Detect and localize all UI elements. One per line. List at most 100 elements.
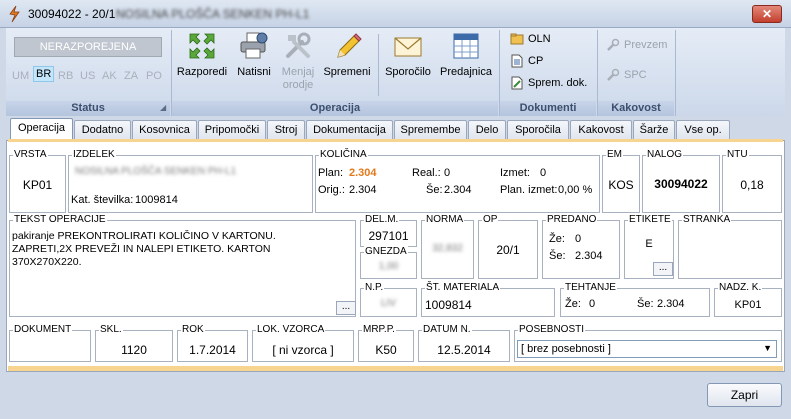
field-st-materiala: ŠT. MATERIALA 1009814 [421, 282, 555, 317]
status-code-br[interactable]: BR [33, 66, 55, 82]
chevron-down-icon[interactable]: ▼ [763, 343, 772, 353]
value-em: KOS [608, 178, 634, 192]
orig-label: Orig.: [318, 184, 345, 196]
group-label-operacija: Operacija [172, 101, 498, 116]
tab-pripomocki[interactable]: Pripomočki [198, 120, 266, 140]
status-code-um[interactable]: UM [12, 70, 29, 82]
sporocilo-label: Sporočilo [385, 66, 431, 78]
wrench-icon [607, 68, 620, 81]
predajnica-label: Predajnica [440, 66, 492, 78]
tab-stroj[interactable]: Stroj [267, 120, 305, 140]
plan-izmet-value: 0,00 % [558, 184, 593, 196]
value-rok: 1.7.2014 [189, 343, 236, 357]
tab-vse-op[interactable]: Vse op. [676, 120, 730, 140]
oln-button[interactable]: OLN [510, 30, 551, 48]
etikete-ellipsis-button[interactable]: ... [653, 262, 673, 276]
plan-value: 2.304 [349, 167, 377, 179]
izmet-value: 0 [540, 167, 547, 179]
cp-label: CP [528, 55, 544, 67]
label-op: OP [482, 214, 499, 225]
spc-button[interactable]: SPC [606, 66, 647, 84]
dialog-launcher-icon[interactable]: ◢ [160, 103, 166, 112]
plan-izmet-label: Plan. izmet: [500, 184, 558, 196]
tab-spremembe[interactable]: Spremembe [394, 120, 467, 140]
real-value: 0 [444, 167, 451, 179]
cp-button[interactable]: CP [510, 52, 543, 70]
spremeni-button[interactable]: Spremeni [322, 30, 372, 79]
menjaj-orodje-label: Menjaj orodje [281, 66, 315, 91]
status-code-po[interactable]: PO [146, 70, 162, 82]
document-edit-icon [511, 76, 523, 90]
label-ntu: NTU [726, 149, 749, 160]
label-izdelek: IZDELEK [72, 149, 116, 160]
label-predano: PREDANO [546, 214, 598, 225]
tehtanje-ze-value: 0 [589, 298, 596, 310]
arrows-icon [189, 33, 215, 59]
field-rok: ROK 1.7.2014 [177, 324, 248, 362]
tehtanje-se-value: 2.304 [657, 298, 685, 310]
tools-icon [286, 32, 311, 58]
label-lok-vzorca: LOK. VZORCA [256, 324, 326, 335]
group-label-status: Status [6, 101, 170, 116]
field-norma: NORMA 32,832 [421, 214, 474, 279]
tab-dokumentacija[interactable]: Dokumentacija [306, 120, 393, 140]
oln-label: OLN [528, 33, 551, 45]
tekst-ellipsis-button[interactable]: ... [336, 301, 356, 315]
field-tehtanje: TEHTANJE Že: 0 Še: 2.304 [560, 282, 710, 317]
prevzem-button[interactable]: Prevzem [606, 36, 667, 54]
value-nadz-k: KP01 [734, 299, 762, 311]
value-norma: 32,832 [432, 243, 463, 254]
field-vrsta: VRSTA KP01 [9, 149, 66, 213]
real-label: Real.: [412, 167, 441, 179]
field-op: OP 20/1 [478, 214, 538, 279]
value-np: LIV [380, 298, 396, 309]
value-tekst-operacije: pakiranje PREKONTROLIRATI KOLIČINO V KAR… [12, 230, 276, 268]
group-label-dokumenti: Dokumenti [500, 101, 596, 116]
field-tekst-operacije: TEKST OPERACIJE pakiranje PREKONTROLIRAT… [9, 214, 356, 317]
tab-dodatno[interactable]: Dodatno [74, 120, 131, 140]
sporocilo-button[interactable]: Sporočilo [382, 30, 434, 79]
izmet-label: Izmet: [500, 167, 530, 179]
label-skl: SKL. [99, 324, 123, 335]
label-gnezda: GNEZDA [364, 246, 408, 257]
field-datum-n: DATUM N. 12.5.2014 [418, 324, 510, 362]
field-nadz-k: NADZ. K. KP01 [714, 282, 782, 317]
tab-delo[interactable]: Delo [468, 120, 506, 140]
field-predano: PREDANO Že: 0 Še: 2.304 [542, 214, 620, 279]
posebnosti-dropdown[interactable]: [ brez posebnosti ] ▼ [517, 340, 777, 358]
label-vrsta: VRSTA [13, 149, 48, 160]
se-label: Še: [426, 184, 443, 196]
status-code-rb[interactable]: RB [58, 70, 73, 82]
status-code-us[interactable]: US [80, 70, 95, 82]
tab-sarze[interactable]: Šarže [633, 120, 675, 140]
value-etikete: E [645, 238, 653, 250]
razporedi-label: Razporedi [176, 66, 228, 78]
tab-kosovnica[interactable]: Kosovnica [132, 120, 197, 140]
value-datum-n: 12.5.2014 [437, 343, 491, 357]
value-delm: 297101 [368, 229, 409, 243]
status-code-za[interactable]: ZA [124, 70, 138, 82]
tab-accent-bar [8, 139, 783, 142]
tab-kakovost[interactable]: Kakovost [570, 120, 632, 140]
tab-sporocila[interactable]: Sporočila [507, 120, 569, 140]
spc-label: SPC [624, 69, 647, 81]
folder-icon [510, 33, 524, 45]
plan-label: Plan: [318, 167, 344, 179]
field-etikete: ETIKETE E ... [624, 214, 674, 279]
value-nalog: 30094022 [654, 177, 708, 191]
value-gnezda: 1,00 [378, 261, 399, 272]
window-close-button[interactable]: ✕ [752, 5, 782, 23]
predano-se-value: 2.304 [575, 250, 603, 262]
label-dokument: DOKUMENT [13, 324, 73, 335]
window-title-product: NOSILNA PLOŠČA SENKEN PH-L1 [116, 7, 310, 21]
natisni-button[interactable]: Natisni [232, 30, 276, 79]
menjaj-orodje-button[interactable]: Menjaj orodje [276, 30, 320, 92]
predajnica-button[interactable]: Predajnica [436, 30, 496, 79]
status-code-ak[interactable]: AK [102, 70, 117, 82]
printer-icon [240, 32, 268, 59]
zapri-button[interactable]: Zapri [707, 383, 782, 407]
tab-operacija[interactable]: Operacija [10, 118, 73, 141]
label-etikete: ETIKETE [628, 214, 672, 225]
razporedi-button[interactable]: Razporedi [174, 30, 230, 79]
sprem-dok-button[interactable]: Sprem. dok. [510, 74, 587, 92]
